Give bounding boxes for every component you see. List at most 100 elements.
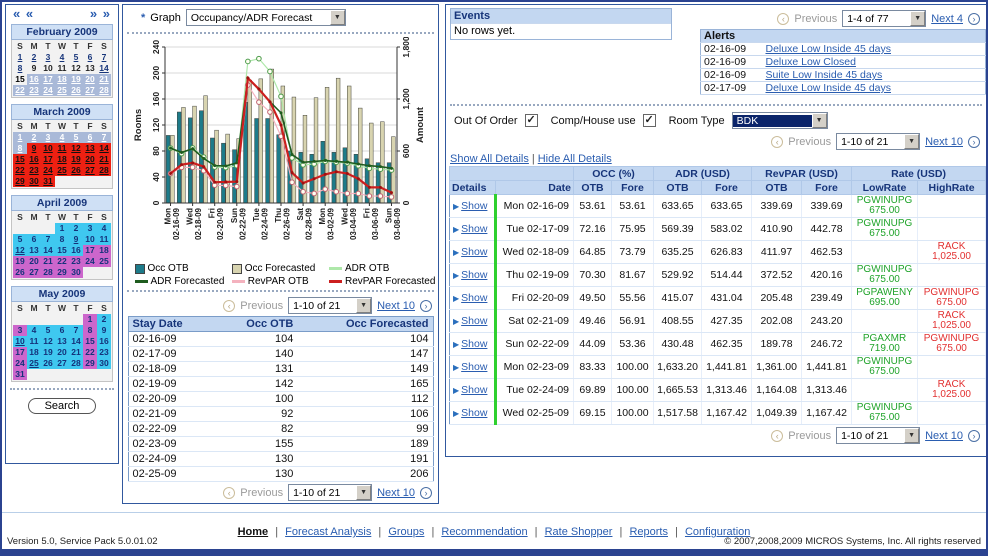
calendar-day[interactable]: 23 [27,85,41,96]
calendar-day[interactable]: 20 [83,154,97,165]
calendar-day[interactable]: 11 [97,234,111,245]
calendar-day[interactable]: 12 [69,143,83,154]
comp-house-checkbox[interactable]: ✓ [643,114,656,127]
next-link[interactable]: Next 4 [931,13,963,25]
calendar-day[interactable]: 27 [27,267,41,278]
pagination-range-select[interactable]: 1-10 of 21▼ [836,133,920,150]
show-details-link[interactable]: Show [461,246,487,258]
calendar-day[interactable]: 14 [97,63,111,74]
calendar-day[interactable]: 29 [83,358,97,369]
calendar-day[interactable]: 17 [41,74,55,85]
calendar-day[interactable]: 3 [41,132,55,143]
calendar-day[interactable]: 13 [83,63,97,74]
next-link[interactable]: Next 10 [377,487,415,499]
calendar-day[interactable]: 19 [69,154,83,165]
calendar-day[interactable]: 2 [97,314,111,325]
calendar-day[interactable]: 4 [55,132,69,143]
calendar-day[interactable]: 10 [13,336,27,347]
calendar-day[interactable]: 11 [55,63,69,74]
calendar-day[interactable]: 15 [83,336,97,347]
show-details-link[interactable]: Show [461,315,487,327]
calendar-day[interactable]: 16 [27,74,41,85]
calendar-day[interactable]: 25 [55,165,69,176]
calendar-day[interactable]: 17 [13,347,27,358]
calendar-day[interactable]: 25 [55,85,69,96]
next-circle-icon[interactable]: › [968,430,980,442]
next-circle-icon[interactable]: › [968,136,980,148]
pagination-range-select[interactable]: 1-10 of 21▼ [836,427,920,444]
calendar-day[interactable]: 5 [69,132,83,143]
calendar-day[interactable]: 13 [55,336,69,347]
previous-circle-icon[interactable]: ‹ [223,487,235,499]
calendar-day[interactable]: 26 [69,165,83,176]
calendar-day[interactable]: 6 [55,325,69,336]
calendar-day[interactable]: 20 [55,347,69,358]
calendar-day[interactable]: 4 [55,52,69,63]
calendar-day[interactable]: 8 [55,234,69,245]
calendar-day[interactable]: 8 [83,325,97,336]
calendar-day[interactable]: 7 [97,52,111,63]
calendar-day[interactable]: 9 [27,63,41,74]
show-details-link[interactable]: Show [461,292,487,304]
footer-nav-forecast-analysis[interactable]: Forecast Analysis [285,526,371,538]
calendar-day[interactable]: 7 [97,132,111,143]
calendar-day[interactable]: 29 [13,176,27,187]
calendar-day[interactable]: 10 [83,234,97,245]
calendar-prev-year-icon[interactable]: « « [13,6,34,21]
pagination-range-select[interactable]: 1-4 of 77▼ [842,10,926,27]
calendar-day[interactable]: 3 [13,325,27,336]
calendar-day[interactable]: 24 [41,165,55,176]
calendar-day[interactable]: 30 [97,358,111,369]
calendar-day[interactable]: 23 [69,256,83,267]
next-circle-icon[interactable]: › [420,487,432,499]
calendar-day[interactable]: 28 [41,267,55,278]
calendar-day[interactable]: 5 [69,52,83,63]
footer-nav-reports[interactable]: Reports [629,526,668,538]
calendar-day[interactable]: 28 [97,165,111,176]
calendar-day[interactable]: 7 [69,325,83,336]
footer-nav-groups[interactable]: Groups [388,526,424,538]
calendar-day[interactable]: 1 [13,132,27,143]
calendar-day[interactable]: 26 [41,358,55,369]
alert-link[interactable]: Deluxe Low Inside 45 days [766,43,892,55]
calendar-day[interactable]: 3 [83,223,97,234]
calendar-day[interactable]: 12 [41,336,55,347]
footer-nav-home[interactable]: Home [238,526,269,538]
next-link[interactable]: Next 10 [925,430,963,442]
next-link[interactable]: Next 10 [377,300,415,312]
calendar-day[interactable]: 8 [13,63,27,74]
calendar-day[interactable]: 9 [97,325,111,336]
calendar-day[interactable]: 28 [69,358,83,369]
calendar-day[interactable]: 12 [13,245,27,256]
calendar-day[interactable]: 18 [55,74,69,85]
calendar-day[interactable]: 14 [41,245,55,256]
calendar-day[interactable]: 5 [13,234,27,245]
calendar-day[interactable]: 20 [27,256,41,267]
calendar-day[interactable]: 11 [55,143,69,154]
calendar-day[interactable]: 9 [27,143,41,154]
calendar-day[interactable]: 14 [69,336,83,347]
calendar-day[interactable]: 6 [83,132,97,143]
calendar-day[interactable]: 27 [83,85,97,96]
calendar-day[interactable]: 2 [27,52,41,63]
calendar-day[interactable]: 19 [41,347,55,358]
room-type-select[interactable]: BDK ▼ [732,112,828,129]
calendar-day[interactable]: 14 [97,143,111,154]
alert-link[interactable]: Deluxe Low Inside 45 days [766,82,892,94]
calendar-day[interactable]: 17 [41,154,55,165]
calendar-day[interactable]: 22 [55,256,69,267]
alert-link[interactable]: Suite Low Inside 45 days [766,69,883,81]
calendar-day[interactable]: 19 [69,74,83,85]
calendar-day[interactable]: 16 [97,336,111,347]
calendar-day[interactable]: 27 [83,165,97,176]
search-button[interactable]: Search [28,398,97,414]
next-circle-icon[interactable]: › [420,300,432,312]
calendar-day[interactable]: 25 [27,358,41,369]
footer-nav-rate-shopper[interactable]: Rate Shopper [545,526,613,538]
calendar-day[interactable]: 2 [69,223,83,234]
calendar-day[interactable]: 12 [69,63,83,74]
calendar-day[interactable]: 18 [27,347,41,358]
pagination-range-select[interactable]: 1-10 of 21▼ [288,484,372,501]
calendar-day[interactable]: 11 [27,336,41,347]
calendar-day[interactable]: 1 [55,223,69,234]
